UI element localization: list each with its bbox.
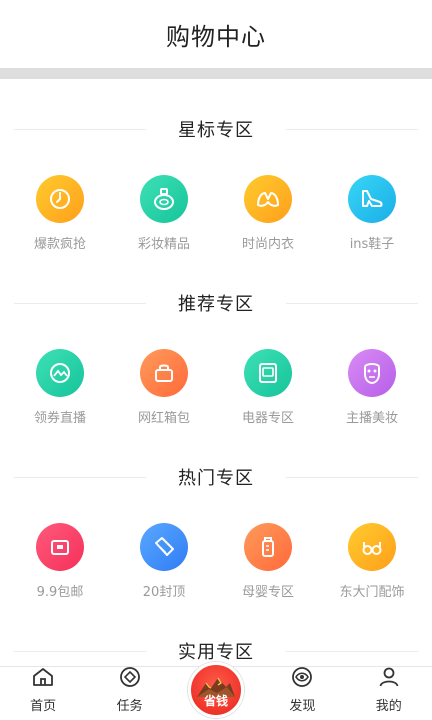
home-icon	[31, 665, 55, 693]
title-line-right	[286, 477, 418, 478]
tab-home[interactable]: 首页	[8, 665, 78, 714]
title-line-left	[14, 477, 146, 478]
category-label: 网红箱包	[137, 411, 190, 426]
bottom-tab-bar: 首页 任务 省钱 发现 我的	[0, 662, 432, 720]
bra-icon	[244, 175, 292, 223]
category-label: ins鞋子	[349, 237, 395, 252]
section-header: 热门专区	[0, 464, 432, 490]
section-title: 星标专区	[174, 116, 258, 142]
task-icon	[118, 665, 142, 693]
save-money-button[interactable]: 省钱	[187, 662, 244, 718]
tab-label: 省钱	[203, 694, 228, 708]
category-item-makeup[interactable]: 彩妆精品	[114, 175, 214, 252]
section-grid: 爆款疯抢 彩妆精品 时尚内衣 ins鞋子	[0, 175, 432, 252]
category-label: 电器专区	[241, 411, 294, 426]
title-line-right	[286, 303, 418, 304]
category-item-live-coupon[interactable]: 领券直播	[10, 349, 110, 426]
content-scroll[interactable]: 星标专区 爆款疯抢 彩妆精品 时尚内衣 ins鞋子 推荐专区 领券直播 网红箱包…	[0, 79, 432, 666]
discover-icon	[290, 665, 314, 693]
tab-label: 发现	[289, 699, 316, 714]
category-item-accessories[interactable]: 东大门配饰	[322, 523, 422, 600]
high-heel-icon	[348, 175, 396, 223]
section-header: 实用专区	[0, 638, 432, 664]
live-icon	[36, 349, 84, 397]
category-item-capped-20[interactable]: 20封顶	[114, 523, 214, 600]
section-title: 实用专区	[174, 638, 258, 664]
category-item-appliances[interactable]: 电器专区	[218, 349, 318, 426]
title-line-left	[14, 129, 146, 130]
glasses-icon	[348, 523, 396, 571]
title-line-left	[14, 651, 146, 652]
parcel-icon	[36, 523, 84, 571]
section-star: 星标专区 爆款疯抢 彩妆精品 时尚内衣 ins鞋子	[0, 116, 432, 252]
category-label: 时尚内衣	[241, 237, 294, 252]
tag-icon	[140, 523, 188, 571]
bag-icon	[140, 349, 188, 397]
category-label: 爆款疯抢	[33, 237, 86, 252]
category-item-lingerie[interactable]: 时尚内衣	[218, 175, 318, 252]
category-item-anchor-beauty[interactable]: 主播美妆	[322, 349, 422, 426]
category-item-hot-sale[interactable]: 爆款疯抢	[10, 175, 110, 252]
tab-save-money[interactable]: 省钱	[181, 662, 251, 718]
section-title: 推荐专区	[174, 290, 258, 316]
title-line-left	[14, 303, 146, 304]
tab-discover[interactable]: 发现	[267, 665, 337, 714]
category-item-shoes[interactable]: ins鞋子	[322, 175, 422, 252]
face-mask-icon	[348, 349, 396, 397]
baby-bottle-icon	[244, 523, 292, 571]
category-label: 东大门配饰	[339, 585, 405, 600]
category-label: 领券直播	[33, 411, 86, 426]
section-practical: 实用专区	[0, 638, 432, 664]
category-item-bags[interactable]: 网红箱包	[114, 349, 214, 426]
tab-label: 首页	[30, 699, 57, 714]
category-item-free-shipping[interactable]: 9.9包邮	[10, 523, 110, 600]
category-label: 母婴专区	[241, 585, 294, 600]
perfume-icon	[140, 175, 188, 223]
category-label: 主播美妆	[345, 411, 398, 426]
header: 购物中心	[0, 0, 432, 68]
title-line-right	[286, 129, 418, 130]
category-label: 9.9包邮	[36, 585, 84, 600]
tab-label: 我的	[375, 699, 402, 714]
clock-icon	[36, 175, 84, 223]
title-line-right	[286, 651, 418, 652]
category-item-mother-baby[interactable]: 母婴专区	[218, 523, 318, 600]
section-grid: 9.9包邮 20封顶 母婴专区 东大门配饰	[0, 523, 432, 600]
page-title: 购物中心	[166, 22, 266, 51]
section-header: 推荐专区	[0, 290, 432, 316]
tab-label: 任务	[116, 699, 143, 714]
appliance-icon	[244, 349, 292, 397]
header-divider	[0, 68, 432, 79]
profile-icon	[377, 665, 401, 693]
tab-task[interactable]: 任务	[95, 665, 165, 714]
section-recommend: 推荐专区 领券直播 网红箱包 电器专区 主播美妆	[0, 290, 432, 426]
tab-profile[interactable]: 我的	[354, 665, 424, 714]
category-label: 彩妆精品	[137, 237, 190, 252]
section-header: 星标专区	[0, 116, 432, 142]
section-hot: 热门专区 9.9包邮 20封顶 母婴专区 东大门配饰	[0, 464, 432, 600]
section-title: 热门专区	[174, 464, 258, 490]
category-label: 20封顶	[142, 585, 186, 600]
section-grid: 领券直播 网红箱包 电器专区 主播美妆	[0, 349, 432, 426]
